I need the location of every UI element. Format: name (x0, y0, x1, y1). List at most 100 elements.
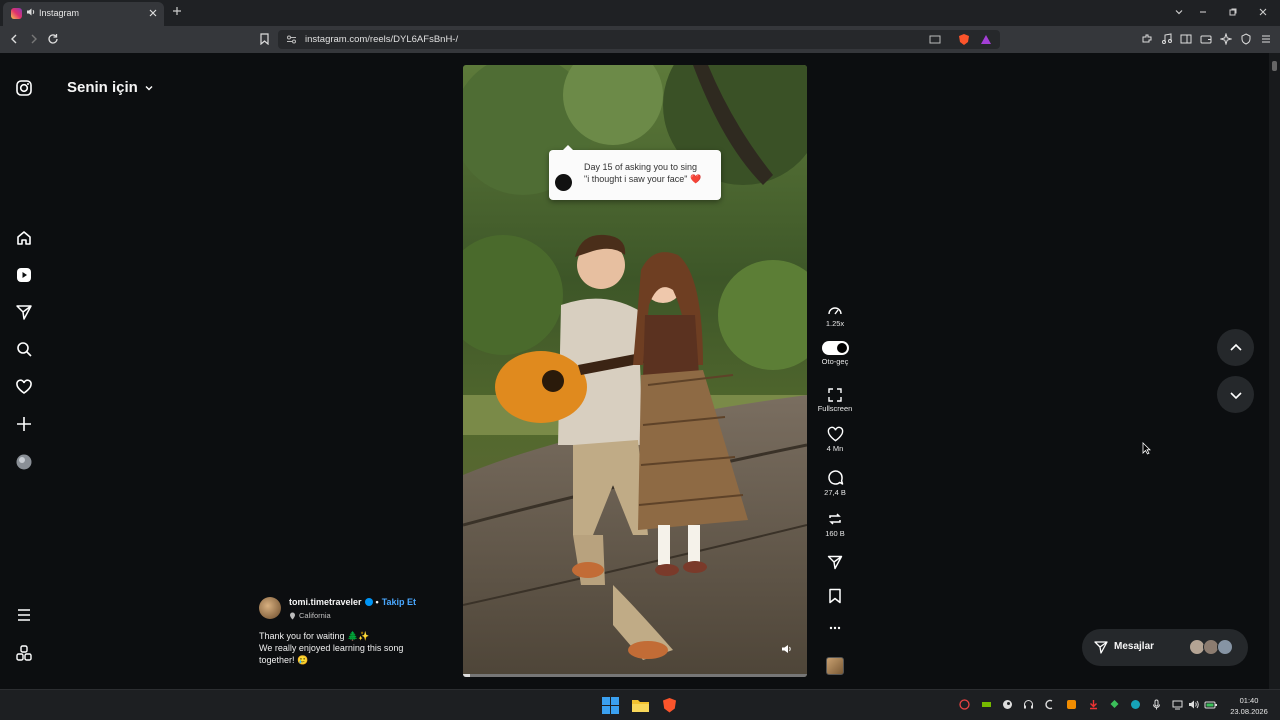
follow-button[interactable]: Takip Et (382, 597, 416, 607)
brave-shields-icon[interactable] (958, 33, 970, 46)
save-button[interactable] (812, 588, 858, 604)
battery-icon[interactable] (1204, 699, 1218, 710)
toolbar: instagram.com/reels/DYL6AFsBnH-/ (0, 26, 1280, 53)
caption-line-2: We really enjoyed learning this song (259, 643, 404, 653)
reels-icon[interactable] (15, 266, 33, 284)
autoplay-label: Oto-geç (821, 357, 849, 366)
like-count: 4 Mn (826, 444, 844, 453)
site-settings-icon[interactable] (286, 34, 297, 45)
author-row: tomi.timetraveler • Takip Et (289, 597, 416, 607)
close-tab-icon[interactable] (148, 8, 158, 18)
notifications-heart-icon[interactable] (15, 378, 33, 396)
reload-icon[interactable] (47, 33, 59, 45)
instagram-logo-icon[interactable] (15, 79, 33, 97)
more-menu-icon[interactable] (15, 606, 33, 624)
more-options-button[interactable] (812, 625, 858, 631)
brave-rewards-icon[interactable] (980, 34, 992, 45)
autoplay-toggle[interactable]: Oto-geç (812, 341, 858, 366)
original-audio-thumbnail[interactable] (826, 657, 844, 675)
tab-title: Instagram (39, 8, 80, 18)
messages-button[interactable]: Mesajlar (1082, 629, 1248, 666)
speed-label: 1.25x (825, 319, 845, 328)
tab-list-chevron-icon[interactable] (1174, 7, 1184, 17)
security-icon[interactable] (1130, 699, 1141, 710)
home-icon[interactable] (15, 229, 33, 247)
nvidia-icon[interactable] (981, 699, 992, 710)
caption-line-1: Thank you for waiting 🌲✨ (259, 631, 370, 641)
brave-browser-icon[interactable] (661, 697, 678, 714)
question-sticker[interactable]: Day 15 of asking you to sing "i thought … (549, 145, 721, 200)
like-button[interactable]: 4 Mn (812, 426, 858, 453)
system-clock[interactable]: 01:40 23.08.2026 (1226, 695, 1272, 717)
tray-app-icon[interactable] (1088, 699, 1099, 710)
comment-button[interactable]: 27,4 B (812, 469, 858, 497)
leo-ai-icon[interactable] (1220, 33, 1232, 45)
profile-avatar[interactable] (15, 453, 33, 471)
microphone-icon[interactable] (1151, 699, 1162, 710)
conversation-avatar (1217, 639, 1233, 655)
video-progress-bar[interactable] (463, 674, 807, 677)
vpn-shield-icon[interactable] (1240, 33, 1252, 45)
tab-instagram[interactable]: Instagram (3, 2, 164, 26)
file-explorer-icon[interactable] (632, 697, 649, 714)
wallet-icon[interactable] (1200, 33, 1212, 45)
repost-icon (829, 513, 841, 525)
also-from-meta-icon[interactable] (15, 644, 33, 662)
direct-messages-icon[interactable] (15, 303, 33, 321)
windows-start-icon[interactable] (602, 697, 619, 714)
close-window-icon[interactable] (1258, 7, 1268, 17)
minimize-icon[interactable] (1198, 7, 1208, 17)
tray-app-icon[interactable] (1109, 699, 1120, 710)
feed-selector[interactable]: Senin için (67, 79, 154, 96)
create-plus-icon[interactable] (15, 415, 33, 433)
verified-badge-icon (364, 598, 373, 606)
headset-icon[interactable] (1023, 699, 1034, 710)
tab-audio-playing-icon[interactable] (26, 7, 36, 17)
playback-speed-button[interactable]: 1.25x (812, 303, 858, 328)
speedometer-icon (828, 307, 842, 315)
volume-tray-icon[interactable] (1188, 699, 1199, 710)
previous-reel-button[interactable] (1217, 329, 1254, 366)
clock-time: 01:40 (1239, 696, 1259, 705)
sticker-heart: ❤️ (689, 174, 702, 184)
next-reel-button[interactable] (1217, 376, 1254, 413)
share-button[interactable] (812, 554, 858, 570)
chevron-up-icon (1229, 343, 1242, 351)
fullscreen-button[interactable]: Fullscreen (812, 388, 858, 413)
reel-video[interactable]: Day 15 of asking you to sing "i thought … (463, 65, 807, 677)
sticker-line-2: "i thought i saw your face" ❤️ (584, 174, 701, 185)
address-bar[interactable]: instagram.com/reels/DYL6AFsBnH-/ (278, 30, 1000, 49)
messages-label: Mesajlar (1114, 641, 1155, 652)
back-icon[interactable] (8, 33, 20, 45)
bookmark-icon[interactable] (259, 33, 270, 45)
restore-icon[interactable] (1228, 7, 1238, 17)
author-username[interactable]: tomi.timetraveler (289, 597, 362, 607)
media-music-icon[interactable] (1161, 33, 1173, 45)
tray-app-icon[interactable] (1045, 699, 1056, 710)
scrollbar-thumb[interactable] (1272, 61, 1277, 71)
search-icon[interactable] (15, 340, 33, 358)
tray-app-icon[interactable] (959, 699, 970, 710)
comment-count: 27,4 B (824, 488, 846, 497)
volume-icon[interactable] (781, 643, 793, 655)
location-row[interactable]: California (289, 611, 331, 620)
page-scrollbar[interactable] (1269, 53, 1280, 689)
forward-icon[interactable] (28, 33, 40, 45)
extensions-icon[interactable] (1141, 33, 1153, 45)
new-tab-icon[interactable] (172, 6, 182, 16)
location-label: California (299, 611, 331, 620)
steam-icon[interactable] (1002, 699, 1013, 710)
sticker-line-2-text: "i thought i saw your face" (584, 174, 688, 184)
autoplay-switch[interactable] (821, 341, 849, 355)
cast-icon[interactable] (929, 34, 941, 45)
author-avatar[interactable] (259, 597, 281, 619)
comment-icon (827, 470, 843, 485)
repost-button[interactable]: 160 B (812, 511, 858, 538)
tray-app-icon[interactable] (1066, 699, 1077, 710)
sticker-avatar (555, 174, 572, 191)
menu-icon[interactable] (1260, 33, 1272, 45)
bookmark-save-icon (829, 588, 841, 604)
sidebar-icon[interactable] (1180, 33, 1192, 45)
network-icon[interactable] (1172, 699, 1183, 710)
more-dots-icon (829, 626, 841, 630)
